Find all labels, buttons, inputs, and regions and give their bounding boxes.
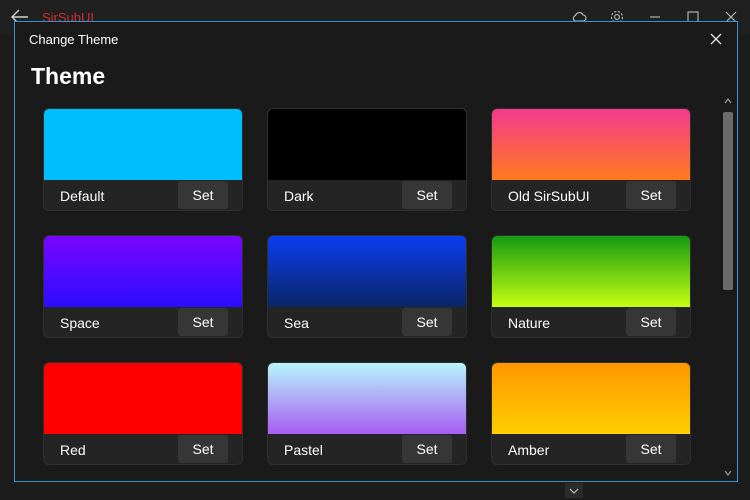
- theme-name: Pastel: [284, 442, 323, 458]
- theme-swatch: [268, 236, 466, 307]
- set-theme-button[interactable]: Set: [178, 435, 228, 463]
- theme-name: Amber: [508, 442, 550, 458]
- scrollbar-thumb[interactable]: [723, 112, 733, 290]
- page-scroll-down-icon[interactable]: [565, 483, 583, 498]
- theme-swatch: [492, 363, 690, 434]
- chevron-up-icon[interactable]: [723, 96, 733, 106]
- theme-card-space: Space Set: [43, 235, 243, 338]
- theme-swatch: [268, 109, 466, 180]
- dialog-title: Change Theme: [29, 32, 119, 47]
- set-theme-button[interactable]: Set: [626, 308, 676, 336]
- set-theme-button[interactable]: Set: [626, 435, 676, 463]
- chevron-down-icon[interactable]: [723, 468, 733, 478]
- theme-swatch: [492, 109, 690, 180]
- theme-swatch: [44, 363, 242, 434]
- theme-card-nature: Nature Set: [491, 235, 691, 338]
- theme-swatch: [44, 109, 242, 180]
- theme-card-default: Default Set: [43, 108, 243, 211]
- theme-swatch: [44, 236, 242, 307]
- theme-name: Dark: [284, 188, 314, 204]
- theme-card-dark: Dark Set: [267, 108, 467, 211]
- theme-card-old-sirsubui: Old SirSubUI Set: [491, 108, 691, 211]
- set-theme-button[interactable]: Set: [626, 181, 676, 209]
- set-theme-button[interactable]: Set: [402, 308, 452, 336]
- theme-card-red: Red Set: [43, 362, 243, 465]
- theme-swatch: [268, 363, 466, 434]
- change-theme-dialog: Change Theme Theme Default Set Dark Set …: [14, 21, 738, 482]
- theme-name: Red: [60, 442, 86, 458]
- theme-name: Space: [60, 315, 100, 331]
- theme-name: Old SirSubUI: [508, 188, 590, 204]
- theme-card-amber: Amber Set: [491, 362, 691, 465]
- vertical-scrollbar[interactable]: [721, 96, 735, 481]
- set-theme-button[interactable]: Set: [178, 308, 228, 336]
- theme-card-pastel: Pastel Set: [267, 362, 467, 465]
- page-title: Theme: [31, 63, 106, 89]
- set-theme-button[interactable]: Set: [178, 181, 228, 209]
- set-theme-button[interactable]: Set: [402, 435, 452, 463]
- theme-name: Default: [60, 188, 105, 204]
- close-icon[interactable]: [707, 30, 725, 48]
- theme-name: Sea: [284, 315, 309, 331]
- set-theme-button[interactable]: Set: [402, 181, 452, 209]
- theme-name: Nature: [508, 315, 551, 331]
- theme-card-sea: Sea Set: [267, 235, 467, 338]
- theme-swatch: [492, 236, 690, 307]
